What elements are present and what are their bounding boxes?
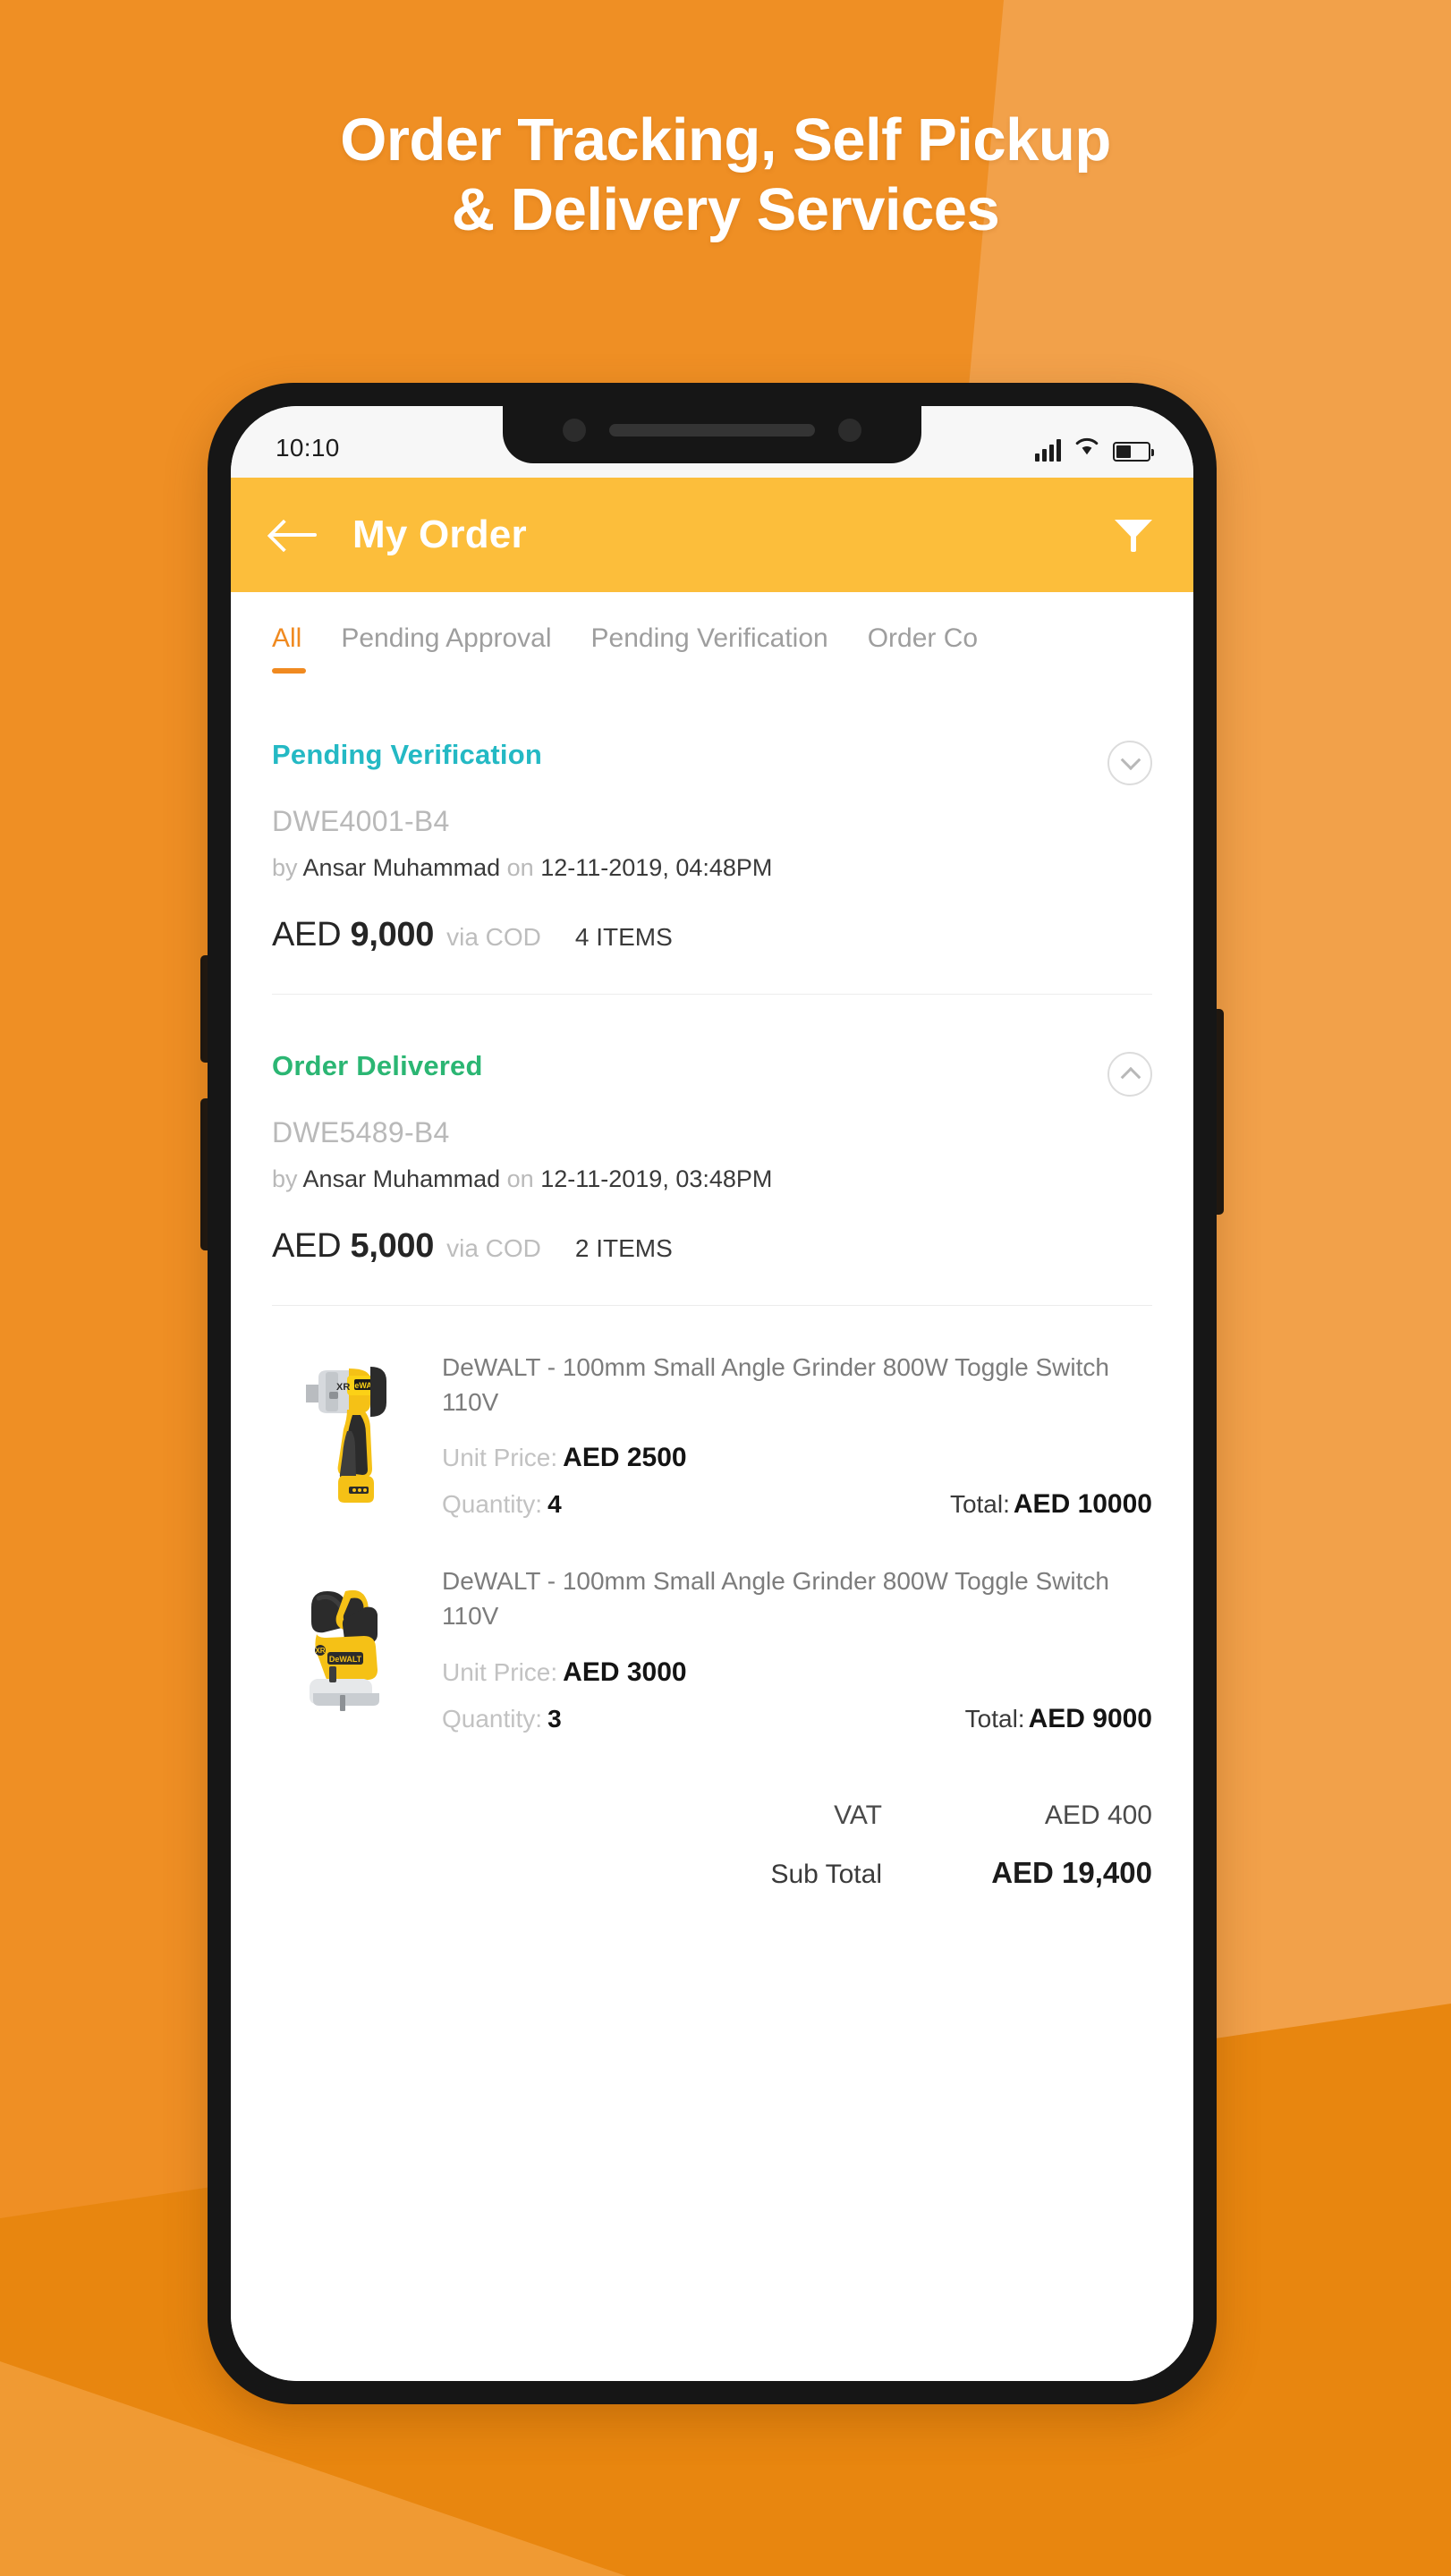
order-payment-method: via COD [446, 1234, 541, 1262]
order-amount-value: 9,000 [350, 916, 435, 953]
order-card[interactable]: Order Delivered DWE5489-B4 by Ansar Muha… [272, 1050, 1152, 1890]
front-camera-icon [563, 419, 586, 442]
order-card-header: Order Delivered [272, 1050, 1152, 1097]
status-icons [1035, 436, 1154, 462]
order-amount-value: 5,000 [350, 1227, 435, 1265]
order-payment-method: via COD [446, 923, 541, 951]
vat-value: AED 400 [1044, 1800, 1152, 1830]
quantity-value: 4 [547, 1490, 562, 1519]
product-info: DeWALT - 100mm Small Angle Grinder 800W … [442, 1559, 1152, 1733]
order-datetime: 12-11-2019, 04:48PM [540, 854, 773, 881]
proximity-sensor-icon [838, 419, 861, 442]
order-price-row: AED 5,000 via COD 2 ITEMS [272, 1227, 1152, 1266]
order-on-label: on [506, 854, 534, 881]
phone-notch [503, 406, 921, 463]
order-code: DWE4001-B4 [272, 805, 450, 837]
quantity-group: Quantity: 4 [442, 1490, 562, 1519]
product-image-jigsaw: DeWALT XR [272, 1559, 429, 1716]
order-amount: AED 5,000 [272, 1227, 434, 1266]
quantity-label: Quantity: [442, 1704, 543, 1733]
order-currency: AED [272, 916, 342, 953]
order-datetime: 12-11-2019, 03:48PM [540, 1165, 773, 1192]
order-items-count: 4 ITEMS [574, 923, 673, 951]
order-customer: Ansar Muhammad [302, 1165, 501, 1192]
order-card-header: Pending Verification [272, 739, 1152, 785]
unit-price-value: AED 2500 [563, 1443, 687, 1473]
total-label: Total: [964, 1704, 1025, 1733]
product-quantity-total: Quantity: 3 Total: AED 9000 [442, 1704, 1152, 1734]
chevron-up-icon[interactable] [1107, 1052, 1152, 1097]
vat-label: VAT [834, 1800, 882, 1830]
order-price-row: AED 9,000 via COD 4 ITEMS [272, 916, 1152, 954]
back-arrow-icon[interactable] [270, 517, 320, 553]
quantity-group: Quantity: 3 [442, 1705, 562, 1733]
quantity-label: Quantity: [442, 1490, 543, 1519]
page-title: My Order [352, 513, 527, 556]
unit-price-value: AED 3000 [563, 1657, 687, 1687]
order-on-label: on [506, 1165, 534, 1192]
order-by-label: by [272, 854, 298, 881]
status-badge: Pending Verification [272, 739, 542, 770]
order-by-label: by [272, 1165, 298, 1192]
order-amount: AED 9,000 [272, 916, 434, 954]
svg-text:DeWALT: DeWALT [329, 1655, 362, 1664]
order-customer: Ansar Muhammad [302, 854, 501, 881]
unit-price-label: Unit Price: [442, 1444, 558, 1472]
signal-bars-icon [1035, 438, 1061, 462]
wifi-icon [1073, 436, 1100, 462]
phone-screen: 10:10 My Order All Pending Approval Pend… [231, 406, 1193, 2381]
order-totals: VAT AED 400 Sub Total AED 19,400 [272, 1801, 1152, 1890]
status-badge: Order Delivered [272, 1050, 483, 1081]
quantity-value: 3 [547, 1704, 562, 1733]
app-bar: My Order [231, 478, 1193, 592]
order-items-count: 2 ITEMS [574, 1234, 673, 1262]
tab-pending-verification[interactable]: Pending Verification [591, 623, 828, 661]
list-gap [272, 995, 1152, 1050]
total-label: Total: [949, 1490, 1010, 1519]
order-code: DWE5489-B4 [272, 1116, 450, 1148]
vat-row: VAT AED 400 [272, 1801, 1152, 1831]
unit-price-label: Unit Price: [442, 1657, 558, 1686]
product-total-group: Total: AED 10000 [950, 1489, 1152, 1520]
subtotal-label: Sub Total [770, 1859, 882, 1889]
product-unit-price: Unit Price: AED 2500 [442, 1443, 1152, 1473]
product-quantity-total: Quantity: 4 Total: AED 10000 [442, 1489, 1152, 1520]
chevron-down-icon[interactable] [1107, 741, 1152, 785]
product-title: DeWALT - 100mm Small Angle Grinder 800W … [442, 1353, 1109, 1416]
order-list: Pending Verification DWE4001-B4 by Ansar… [231, 692, 1193, 2381]
total-value: AED 10000 [1013, 1489, 1152, 1520]
headline-line-1: Order Tracking, Self Pickup [340, 106, 1111, 174]
order-status-tabs: All Pending Approval Pending Verificatio… [231, 592, 1193, 692]
earpiece-speaker [609, 424, 815, 436]
product-image-impact-wrench: DeWALT XR [272, 1345, 429, 1503]
tab-all[interactable]: All [272, 623, 307, 674]
product-total-group: Total: AED 9000 [965, 1704, 1152, 1734]
product-unit-price: Unit Price: AED 3000 [442, 1657, 1152, 1688]
subtotal-value: AED 19,400 [991, 1855, 1152, 1889]
total-value: AED 9000 [1028, 1703, 1152, 1733]
product-title: DeWALT - 100mm Small Angle Grinder 800W … [442, 1567, 1109, 1630]
subtotal-row: Sub Total AED 19,400 [272, 1856, 1152, 1890]
phone-mockup: 10:10 My Order All Pending Approval Pend… [200, 383, 1224, 2404]
product-info: DeWALT - 100mm Small Angle Grinder 800W … [442, 1345, 1152, 1520]
headline-line-2: & Delivery Services [451, 175, 1000, 243]
promo-headline: Order Tracking, Self Pickup & Delivery S… [0, 106, 1451, 244]
status-time: 10:10 [276, 434, 340, 462]
filter-icon[interactable] [1115, 516, 1152, 554]
product-row[interactable]: DeWALT XR DeWALT - 100mm Small Angle Gri… [272, 1306, 1152, 1520]
battery-icon [1113, 441, 1154, 462]
order-meta: by Ansar Muhammad on 12-11-2019, 04:48PM [272, 854, 1152, 882]
order-meta: by Ansar Muhammad on 12-11-2019, 03:48PM [272, 1165, 1152, 1193]
tab-pending-approval[interactable]: Pending Approval [341, 623, 551, 661]
svg-text:XR: XR [336, 1382, 350, 1393]
order-currency: AED [272, 1227, 342, 1265]
svg-text:XR: XR [315, 1647, 325, 1655]
product-row[interactable]: DeWALT XR DeWALT - 100mm Small Angle Gri… [272, 1520, 1152, 1733]
tab-order-confirmed[interactable]: Order Co [868, 623, 978, 661]
order-card[interactable]: Pending Verification DWE4001-B4 by Ansar… [272, 692, 1152, 995]
card-divider [272, 994, 1152, 995]
